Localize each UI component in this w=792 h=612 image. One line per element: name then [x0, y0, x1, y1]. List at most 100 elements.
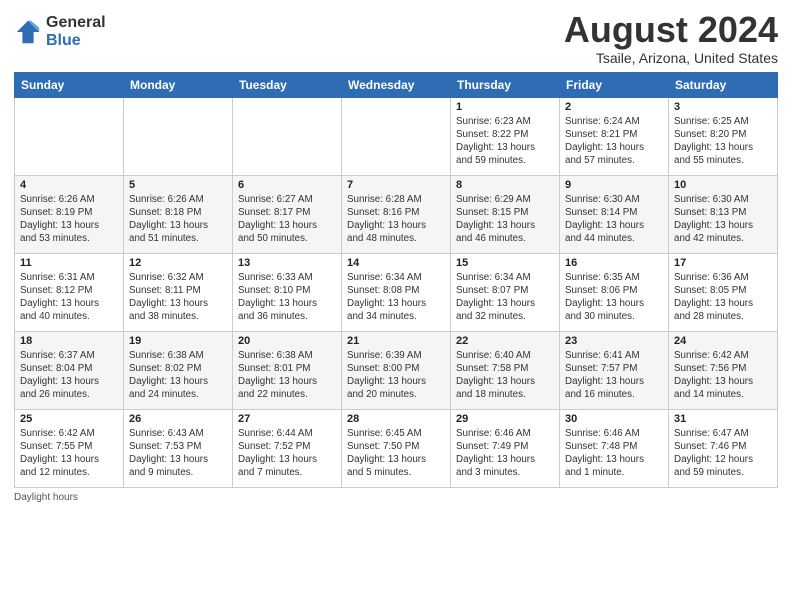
footer: Daylight hours	[14, 492, 778, 503]
day-info: Sunrise: 6:34 AM Sunset: 8:07 PM Dayligh…	[456, 271, 554, 324]
day-info: Sunrise: 6:29 AM Sunset: 8:15 PM Dayligh…	[456, 193, 554, 246]
calendar-cell: 12 Sunrise: 6:32 AM Sunset: 8:11 PM Dayli…	[124, 253, 233, 331]
footer-text: Daylight hours	[14, 492, 78, 503]
day-number: 22	[456, 335, 554, 347]
day-number: 5	[129, 179, 227, 191]
calendar-cell: 26 Sunrise: 6:43 AM Sunset: 7:53 PM Dayli…	[124, 409, 233, 487]
day-info: Sunrise: 6:32 AM Sunset: 8:11 PM Dayligh…	[129, 271, 227, 324]
calendar-week-row: 25 Sunrise: 6:42 AM Sunset: 7:55 PM Dayli…	[15, 409, 778, 487]
day-info: Sunrise: 6:44 AM Sunset: 7:52 PM Dayligh…	[238, 427, 336, 480]
calendar-cell: 29 Sunrise: 6:46 AM Sunset: 7:49 PM Dayli…	[451, 409, 560, 487]
day-info: Sunrise: 6:30 AM Sunset: 8:14 PM Dayligh…	[565, 193, 663, 246]
day-number: 18	[20, 335, 118, 347]
day-info: Sunrise: 6:35 AM Sunset: 8:06 PM Dayligh…	[565, 271, 663, 324]
col-header-monday: Monday	[124, 72, 233, 97]
day-number: 21	[347, 335, 445, 347]
day-number: 10	[674, 179, 772, 191]
calendar-cell: 27 Sunrise: 6:44 AM Sunset: 7:52 PM Dayli…	[233, 409, 342, 487]
day-info: Sunrise: 6:42 AM Sunset: 7:55 PM Dayligh…	[20, 427, 118, 480]
calendar-week-row: 1 Sunrise: 6:23 AM Sunset: 8:22 PM Daylig…	[15, 97, 778, 175]
day-info: Sunrise: 6:38 AM Sunset: 8:02 PM Dayligh…	[129, 349, 227, 402]
col-header-sunday: Sunday	[15, 72, 124, 97]
calendar-table: SundayMondayTuesdayWednesdayThursdayFrid…	[14, 72, 778, 488]
day-number: 11	[20, 257, 118, 269]
day-number: 30	[565, 413, 663, 425]
calendar-cell: 10 Sunrise: 6:30 AM Sunset: 8:13 PM Dayli…	[669, 175, 778, 253]
logo-text: General Blue	[46, 14, 106, 49]
col-header-thursday: Thursday	[451, 72, 560, 97]
calendar-cell: 5 Sunrise: 6:26 AM Sunset: 8:18 PM Daylig…	[124, 175, 233, 253]
day-info: Sunrise: 6:33 AM Sunset: 8:10 PM Dayligh…	[238, 271, 336, 324]
day-info: Sunrise: 6:28 AM Sunset: 8:16 PM Dayligh…	[347, 193, 445, 246]
day-number: 12	[129, 257, 227, 269]
day-number: 13	[238, 257, 336, 269]
calendar-cell: 4Sunrise: 6:26 AM Sunset: 8:19 PM Daylig…	[15, 175, 124, 253]
day-info: Sunrise: 6:37 AM Sunset: 8:04 PM Dayligh…	[20, 349, 118, 402]
calendar-cell: 24Sunrise: 6:42 AM Sunset: 7:56 PM Dayli…	[669, 331, 778, 409]
day-info: Sunrise: 6:31 AM Sunset: 8:12 PM Dayligh…	[20, 271, 118, 324]
calendar-cell: 1 Sunrise: 6:23 AM Sunset: 8:22 PM Daylig…	[451, 97, 560, 175]
col-header-tuesday: Tuesday	[233, 72, 342, 97]
calendar-cell: 8 Sunrise: 6:29 AM Sunset: 8:15 PM Daylig…	[451, 175, 560, 253]
calendar-cell: 18 Sunrise: 6:37 AM Sunset: 8:04 PM Dayli…	[15, 331, 124, 409]
logo-icon	[14, 18, 42, 46]
calendar-cell: 19 Sunrise: 6:38 AM Sunset: 8:02 PM Dayli…	[124, 331, 233, 409]
day-info: Sunrise: 6:40 AM Sunset: 7:58 PM Dayligh…	[456, 349, 554, 402]
day-number: 1	[456, 101, 554, 113]
logo-general-text: General	[46, 14, 106, 32]
day-number: 8	[456, 179, 554, 191]
page-title: August 2024	[564, 10, 778, 50]
calendar-cell: 17 Sunrise: 6:36 AM Sunset: 8:05 PM Dayli…	[669, 253, 778, 331]
day-info: Sunrise: 6:46 AM Sunset: 7:48 PM Dayligh…	[565, 427, 663, 480]
day-number: 29	[456, 413, 554, 425]
day-info: Sunrise: 6:26 AM Sunset: 8:18 PM Dayligh…	[129, 193, 227, 246]
calendar-cell: 25 Sunrise: 6:42 AM Sunset: 7:55 PM Dayli…	[15, 409, 124, 487]
day-number: 26	[129, 413, 227, 425]
calendar-header-row: SundayMondayTuesdayWednesdayThursdayFrid…	[15, 72, 778, 97]
day-info: Sunrise: 6:47 AM Sunset: 7:46 PM Dayligh…	[674, 427, 772, 480]
day-info: Sunrise: 6:39 AM Sunset: 8:00 PM Dayligh…	[347, 349, 445, 402]
day-info: Sunrise: 6:46 AM Sunset: 7:49 PM Dayligh…	[456, 427, 554, 480]
day-number: 25	[20, 413, 118, 425]
day-number: 3	[674, 101, 772, 113]
day-info: Sunrise: 6:41 AM Sunset: 7:57 PM Dayligh…	[565, 349, 663, 402]
calendar-cell: 30 Sunrise: 6:46 AM Sunset: 7:48 PM Dayli…	[560, 409, 669, 487]
page-container: General Blue August 2024 Tsaile, Arizona…	[0, 0, 792, 509]
day-number: 19	[129, 335, 227, 347]
day-info: Sunrise: 6:36 AM Sunset: 8:05 PM Dayligh…	[674, 271, 772, 324]
calendar-cell: 7 Sunrise: 6:28 AM Sunset: 8:16 PM Daylig…	[342, 175, 451, 253]
calendar-cell: 6Sunrise: 6:27 AM Sunset: 8:17 PM Daylig…	[233, 175, 342, 253]
logo: General Blue	[14, 14, 106, 49]
day-info: Sunrise: 6:43 AM Sunset: 7:53 PM Dayligh…	[129, 427, 227, 480]
day-number: 16	[565, 257, 663, 269]
calendar-cell	[15, 97, 124, 175]
day-info: Sunrise: 6:42 AM Sunset: 7:56 PM Dayligh…	[674, 349, 772, 402]
day-number: 28	[347, 413, 445, 425]
day-info: Sunrise: 6:23 AM Sunset: 8:22 PM Dayligh…	[456, 115, 554, 168]
calendar-cell: 3 Sunrise: 6:25 AM Sunset: 8:20 PM Daylig…	[669, 97, 778, 175]
calendar-cell	[342, 97, 451, 175]
day-number: 9	[565, 179, 663, 191]
calendar-cell: 2Sunrise: 6:24 AM Sunset: 8:21 PM Daylig…	[560, 97, 669, 175]
day-info: Sunrise: 6:30 AM Sunset: 8:13 PM Dayligh…	[674, 193, 772, 246]
day-info: Sunrise: 6:27 AM Sunset: 8:17 PM Dayligh…	[238, 193, 336, 246]
calendar-week-row: 4Sunrise: 6:26 AM Sunset: 8:19 PM Daylig…	[15, 175, 778, 253]
calendar-cell: 28Sunrise: 6:45 AM Sunset: 7:50 PM Dayli…	[342, 409, 451, 487]
day-info: Sunrise: 6:25 AM Sunset: 8:20 PM Dayligh…	[674, 115, 772, 168]
day-info: Sunrise: 6:24 AM Sunset: 8:21 PM Dayligh…	[565, 115, 663, 168]
col-header-friday: Friday	[560, 72, 669, 97]
day-number: 17	[674, 257, 772, 269]
calendar-cell: 22 Sunrise: 6:40 AM Sunset: 7:58 PM Dayli…	[451, 331, 560, 409]
day-number: 4	[20, 179, 118, 191]
day-number: 7	[347, 179, 445, 191]
day-number: 23	[565, 335, 663, 347]
calendar-cell: 31Sunrise: 6:47 AM Sunset: 7:46 PM Dayli…	[669, 409, 778, 487]
day-number: 27	[238, 413, 336, 425]
calendar-cell: 15Sunrise: 6:34 AM Sunset: 8:07 PM Dayli…	[451, 253, 560, 331]
col-header-saturday: Saturday	[669, 72, 778, 97]
header: General Blue August 2024 Tsaile, Arizona…	[14, 10, 778, 66]
page-subtitle: Tsaile, Arizona, United States	[564, 50, 778, 66]
calendar-cell: 21 Sunrise: 6:39 AM Sunset: 8:00 PM Dayli…	[342, 331, 451, 409]
col-header-wednesday: Wednesday	[342, 72, 451, 97]
title-block: August 2024 Tsaile, Arizona, United Stat…	[564, 10, 778, 66]
